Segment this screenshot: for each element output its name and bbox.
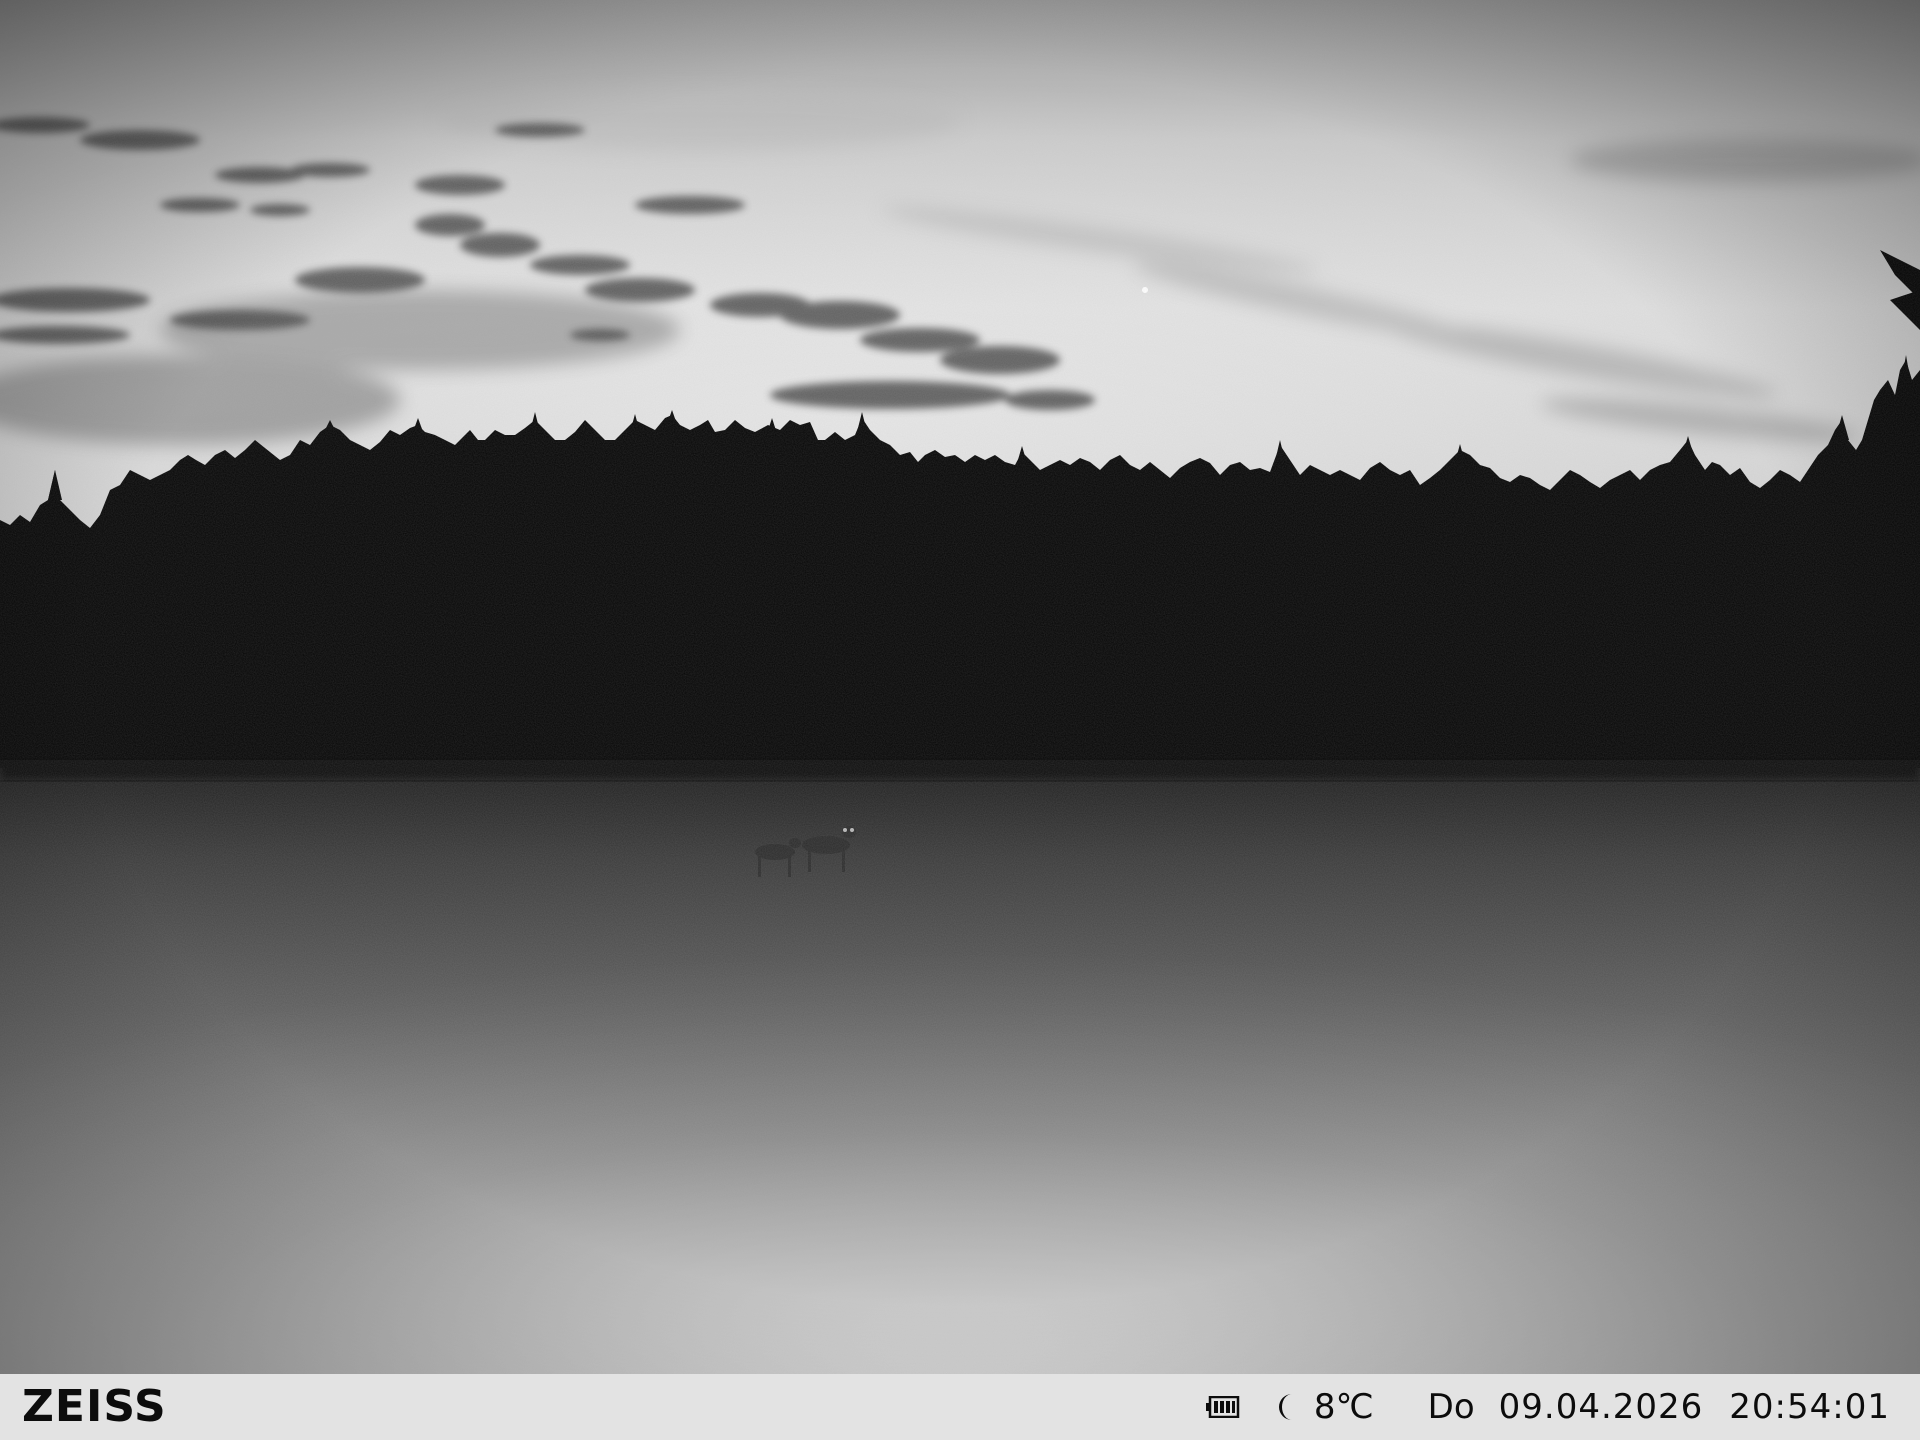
date-readout: 09.04.2026	[1498, 1387, 1704, 1427]
moon-icon	[1274, 1392, 1300, 1422]
battery-icon	[1205, 1396, 1240, 1418]
night-scene	[0, 0, 1920, 1374]
time-readout: 20:54:01	[1729, 1387, 1890, 1427]
status-readout: 8℃ Do 09.04.2026 20:54:01	[1205, 1374, 1890, 1440]
weekday-readout: Do	[1427, 1387, 1475, 1427]
temperature-readout: 8℃	[1313, 1387, 1374, 1427]
brand-logo: ZEISS	[22, 1381, 167, 1432]
camera-status-bar: ZEISS 8℃ Do 09.04.2026 20:54:01	[0, 1374, 1920, 1440]
trail-camera-frame: ZEISS 8℃ Do 09.04.2026 20:54:01	[0, 0, 1920, 1440]
